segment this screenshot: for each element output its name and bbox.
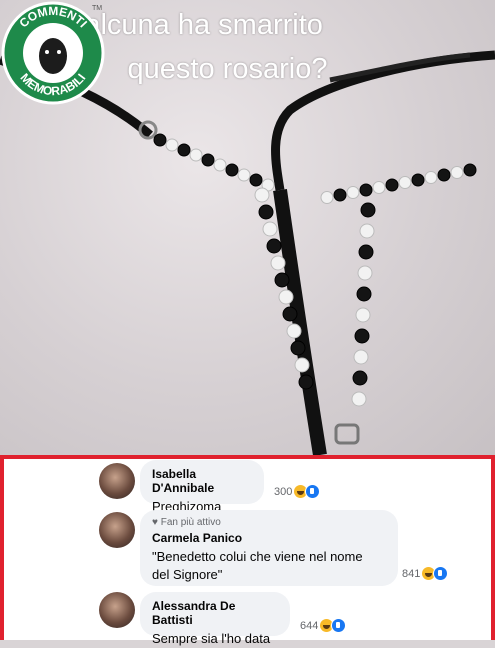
black-bead [266,238,282,254]
black-bead [249,173,263,187]
frame-right [491,455,495,640]
pearl-bead [278,289,294,305]
pearl-bead [237,168,251,182]
pearl-bead [270,255,286,271]
avatar[interactable] [99,592,135,628]
black-bead [333,188,347,202]
black-bead [354,328,370,344]
pearl-bead [189,148,203,162]
pearl-bead [351,391,367,407]
pearl-bead [320,191,334,204]
like-icon [433,566,449,581]
pearl-bead [372,181,386,194]
pearl-bead [262,221,278,237]
commenter-name[interactable]: Alessandra De Battisti [152,599,278,627]
black-bead [463,163,477,177]
reaction-count[interactable]: 300 [274,484,321,499]
black-bead [201,153,215,167]
pearl-bead [286,323,302,339]
pearl-bead [424,171,438,184]
avatar[interactable] [99,512,135,548]
black-bead [437,168,451,182]
pearl-bead [357,265,373,281]
black-bead [177,143,191,157]
comment-bubble: ♥ Fan più attivo Carmela Panico "Benedet… [140,510,398,586]
black-bead [274,272,290,288]
comment-text-line-1: "Benedetto colui che viene nel nome [152,549,363,564]
black-bead [282,306,298,322]
comment-bubble: Isabella D'Annibale Preghizoma [140,460,264,514]
pearl-bead [254,187,270,203]
black-bead [358,244,374,260]
black-bead [298,374,314,390]
reaction-count[interactable]: 841 [402,566,449,581]
top-fan-badge: ♥ Fan più attivo [152,517,221,528]
avatar[interactable] [99,463,135,499]
black-bead [360,202,376,218]
pearl-bead [398,176,412,189]
like-icon [331,618,347,633]
pearl-bead [355,307,371,323]
pearl-bead [346,186,360,199]
black-bead [359,183,373,197]
comment-text-line-2: del Signore" [152,567,223,582]
pearl-bead [294,357,310,373]
like-icon [305,484,321,499]
black-bead [153,133,167,147]
svg-text:TM: TM [92,5,102,12]
black-bead [411,173,425,187]
post-photo: qualcuna ha smarrito questo rosario? COM… [0,0,495,455]
comment-text: Sempre sia l'ho data [152,631,271,646]
black-bead [356,286,372,302]
black-bead [385,178,399,192]
pearl-bead [359,223,375,239]
reaction-count[interactable]: 644 [300,618,347,633]
black-bead [258,204,274,220]
pearl-bead [165,138,179,152]
pearl-bead [450,166,464,179]
black-bead [290,340,306,356]
commenter-name[interactable]: Isabella D'Annibale [152,467,252,495]
pearl-bead [353,349,369,365]
frame-left [0,455,4,640]
comment-bubble: Alessandra De Battisti Sempre sia l'ho d… [140,592,290,646]
pearl-bead [213,158,227,172]
black-bead [225,163,239,177]
black-bead [352,370,368,386]
commenter-name[interactable]: Carmela Panico [152,531,386,545]
commenti-memorabili-logo: COMMENTI MEMORABILI TM [1,1,105,105]
